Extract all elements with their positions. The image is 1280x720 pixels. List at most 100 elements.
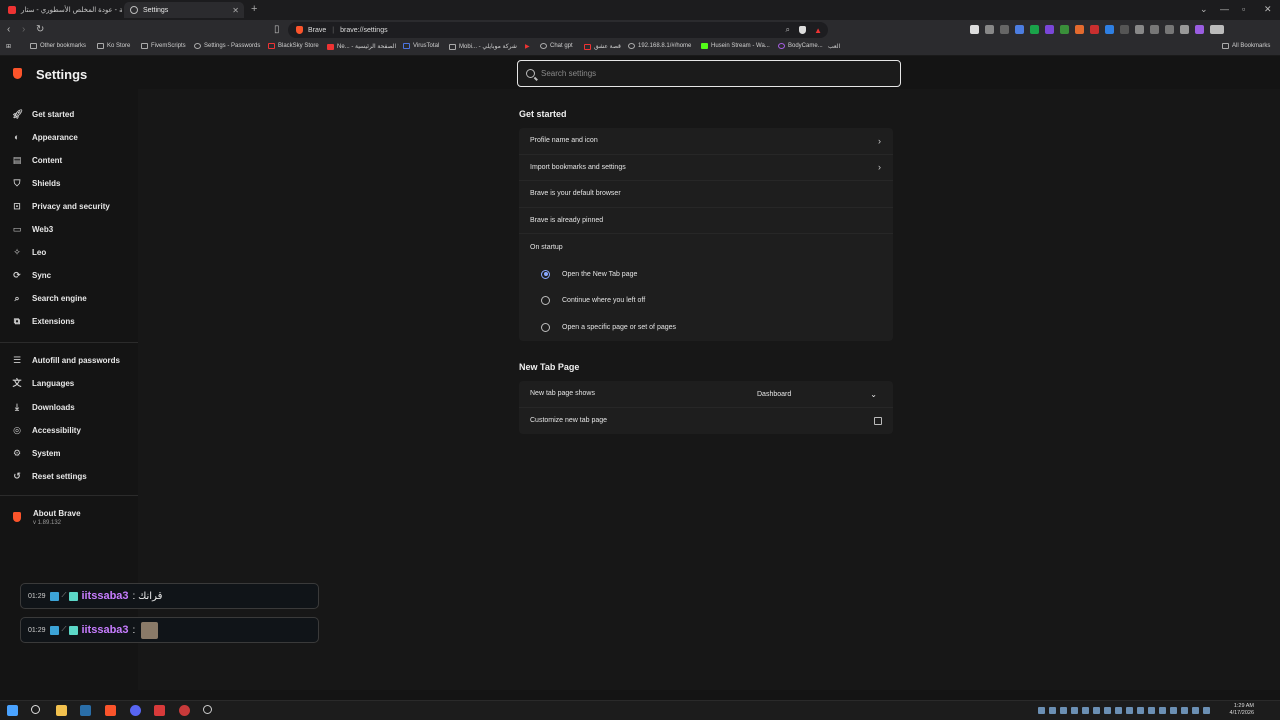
back-icon[interactable]: ‹	[7, 24, 10, 35]
radio-selected[interactable]	[541, 269, 550, 279]
bookmark-link[interactable]: Chat gpt	[540, 43, 573, 49]
sidebar-item-search-engine[interactable]: ⌕ Search engine	[12, 290, 86, 306]
sidebar-item-sync[interactable]: ⟳ Sync	[12, 267, 51, 283]
file-explorer-icon[interactable]	[56, 705, 67, 716]
sidebar-item-appearance[interactable]: ◐ Appearance	[12, 129, 78, 145]
gear-icon[interactable]	[203, 705, 212, 714]
app-icon[interactable]	[154, 705, 165, 716]
search-settings-box[interactable]	[517, 60, 901, 87]
sidebar-item-web3[interactable]: ▭ Web3	[12, 221, 53, 237]
minimize-icon[interactable]: —	[1220, 4, 1229, 14]
close-window-icon[interactable]: ✕	[1264, 4, 1272, 15]
address-bar[interactable]: Brave | brave://settings ⌕ ▲	[288, 22, 828, 38]
tray-icon[interactable]	[1137, 707, 1144, 714]
bookmark-link[interactable]: VirusTotal	[403, 43, 439, 49]
tab-settings[interactable]: Settings ✕	[124, 2, 244, 18]
new-tab-button[interactable]: +	[251, 3, 257, 15]
bookmark-link[interactable]: Ne... - الصفحة الرئيسية	[327, 43, 396, 50]
bookmark-link[interactable]: 192.168.8.1/#/home	[628, 43, 691, 49]
tray-icon[interactable]	[1181, 707, 1188, 714]
extension-icon[interactable]	[1030, 25, 1039, 34]
sidebar-item-autofill[interactable]: ☰ Autofill and passwords	[12, 352, 120, 368]
bookmark-link[interactable]: Mobi... - شركة موبايلي	[449, 43, 517, 50]
extensions-puzzle-icon[interactable]	[1135, 25, 1144, 34]
extension-icon[interactable]	[1120, 25, 1129, 34]
rewards-icon[interactable]: ▲	[814, 26, 822, 35]
extension-icon[interactable]	[1015, 25, 1024, 34]
extension-icon[interactable]	[1090, 25, 1099, 34]
sidebar-item-accessibility[interactable]: ◎ Accessibility	[12, 422, 81, 438]
startup-option-specific-pages[interactable]: Open a specific page or set of pages	[519, 314, 893, 341]
bookmark-link[interactable]: العب	[828, 43, 840, 50]
sidebar-item-extensions[interactable]: ⧉ Extensions	[12, 313, 75, 329]
radio-unselected[interactable]	[541, 322, 550, 332]
tray-icon[interactable]	[1049, 707, 1056, 714]
apps-icon[interactable]: ⊞	[6, 43, 11, 50]
sidebar-item-content[interactable]: ▤ Content	[12, 152, 62, 168]
tray-icon[interactable]	[1082, 707, 1089, 714]
close-tab-icon[interactable]: ✕	[232, 6, 239, 15]
bookmark-link[interactable]: BlackSky Store	[268, 43, 319, 49]
sidebar-item-system[interactable]: ⚙ System	[12, 445, 61, 461]
sidebar-item-reset[interactable]: ↺ Reset settings	[12, 468, 86, 484]
bookmark-link[interactable]: Settings - Passwords	[194, 43, 260, 49]
tray-icon[interactable]	[1071, 707, 1078, 714]
sidebar-item-languages[interactable]: 文 Languages	[12, 375, 74, 391]
sidebar-item-privacy[interactable]: ⊡ Privacy and security	[12, 198, 110, 214]
extension-icon[interactable]	[1045, 25, 1054, 34]
extension-icon[interactable]	[985, 25, 994, 34]
app-icon[interactable]	[179, 705, 190, 716]
radio-unselected[interactable]	[541, 296, 550, 306]
sidebar-item-about[interactable]: About Brave v 1.89.132	[12, 509, 81, 526]
tray-icon[interactable]	[1126, 707, 1133, 714]
search-input[interactable]	[541, 69, 881, 78]
bookmark-folder[interactable]: FivemScripts	[141, 43, 186, 49]
tray-icon[interactable]	[1170, 707, 1177, 714]
start-icon[interactable]	[7, 705, 18, 716]
tab-stream[interactable]: سلسلة - عودة المخلص الأسطوري - ستار	[2, 2, 122, 18]
bookmark-folder[interactable]: Ko Store	[97, 43, 130, 49]
tray-icon[interactable]	[1060, 707, 1067, 714]
avatar[interactable]	[1210, 25, 1224, 34]
tab-search-icon[interactable]: ⌄	[1200, 4, 1208, 15]
startup-option-new-tab[interactable]: Open the New Tab page	[519, 261, 893, 288]
tray-icon[interactable]	[1192, 707, 1199, 714]
shields-icon[interactable]	[799, 26, 806, 34]
sidebar-item-shields[interactable]: ⛉ Shields	[12, 175, 61, 191]
tray-icon[interactable]	[1038, 707, 1045, 714]
extension-icon[interactable]	[1000, 25, 1009, 34]
youtube-icon[interactable]: ▶	[525, 43, 530, 50]
forward-icon[interactable]: ›	[22, 24, 25, 35]
tray-icon[interactable]	[1159, 707, 1166, 714]
extension-icon[interactable]	[1105, 25, 1114, 34]
wallet-icon[interactable]	[1165, 25, 1174, 34]
system-clock[interactable]: 1:29 AM 4/17/2026	[1230, 703, 1254, 717]
search-icon[interactable]	[31, 705, 40, 714]
discord-icon[interactable]	[130, 705, 141, 716]
extension-icon[interactable]	[1060, 25, 1069, 34]
tray-icon[interactable]	[1115, 707, 1122, 714]
restore-icon[interactable]: ▫	[1242, 4, 1245, 14]
brave-icon[interactable]	[105, 705, 116, 716]
startup-option-continue[interactable]: Continue where you left off	[519, 288, 893, 315]
tray-icon[interactable]	[1203, 707, 1210, 714]
sidebar-item-downloads[interactable]: ⤓ Downloads	[12, 399, 75, 415]
tray-icon[interactable]	[1148, 707, 1155, 714]
new-tab-shows-select[interactable]: Dashboard ⌄	[751, 385, 881, 403]
profile-name-row[interactable]: Profile name and icon ›	[519, 128, 893, 155]
bookmark-folder[interactable]: All Bookmarks	[1222, 43, 1270, 49]
import-bookmarks-row[interactable]: Import bookmarks and settings ›	[519, 155, 893, 182]
steam-icon[interactable]	[80, 705, 91, 716]
extension-icon[interactable]	[1075, 25, 1084, 34]
tray-icon[interactable]	[1104, 707, 1111, 714]
bookmark-link[interactable]: Husein Stream - Wa...	[701, 43, 770, 49]
zoom-icon[interactable]: ⌕	[786, 25, 790, 35]
bookmark-icon[interactable]: ▯	[274, 24, 280, 35]
sidebar-item-leo[interactable]: ✧ Leo	[12, 244, 46, 260]
tray-icon[interactable]	[1093, 707, 1100, 714]
sidebar-item-get-started[interactable]: 🚀︎ Get started	[12, 106, 74, 122]
bookmark-link[interactable]: BodyCame...	[778, 43, 823, 49]
customize-new-tab-row[interactable]: Customize new tab page	[519, 408, 893, 435]
leo-icon[interactable]	[1195, 25, 1204, 34]
vpn-icon[interactable]	[1180, 25, 1189, 34]
